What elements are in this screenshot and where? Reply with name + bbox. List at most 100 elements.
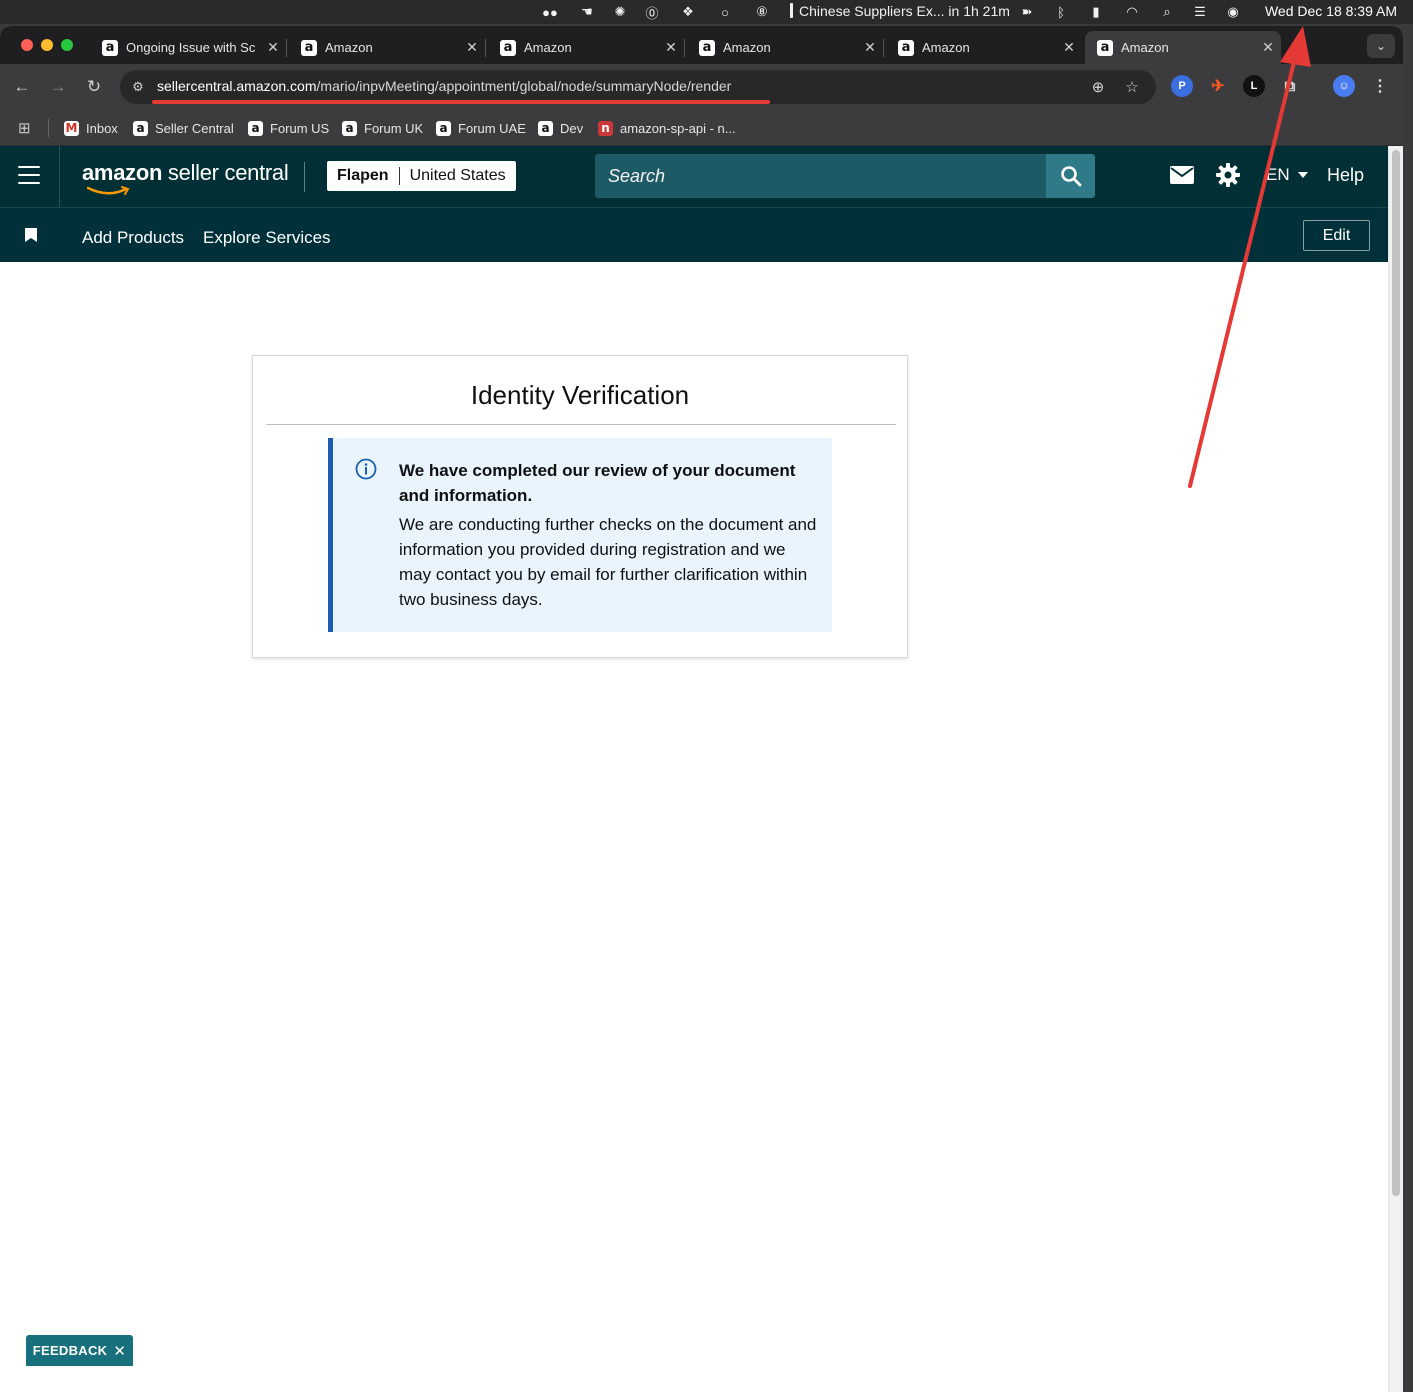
browser-tab[interactable]: a Amazon ✕	[289, 31, 486, 64]
zoom-icon[interactable]: ⊕	[1088, 77, 1108, 97]
tab-title: Amazon	[1121, 40, 1169, 55]
search-button[interactable]	[1046, 154, 1095, 198]
menu-bar-clock[interactable]: Wed Dec 18 8:39 AM	[1265, 3, 1397, 19]
close-tab-icon[interactable]: ✕	[1056, 39, 1082, 56]
bookmark-dev[interactable]: a Dev	[538, 118, 583, 138]
tab-separator	[883, 39, 884, 57]
edit-nav-button[interactable]: Edit	[1303, 220, 1370, 251]
spotlight-search-icon[interactable]: ⌕	[1158, 3, 1176, 21]
bluetooth-icon[interactable]: ᛒ	[1052, 3, 1070, 21]
bookmark-amazon-sp-api[interactable]: n amazon-sp-api - n...	[598, 118, 736, 138]
nav-explore-services[interactable]: Explore Services	[203, 228, 331, 248]
browser-tab[interactable]: a Amazon ✕	[687, 31, 884, 64]
feedback-label: FEEDBACK	[32, 1343, 108, 1358]
logo-divider	[304, 162, 305, 192]
battery-icon[interactable]: ▮	[1087, 3, 1105, 21]
close-tab-icon[interactable]: ✕	[1255, 39, 1281, 56]
event-color-bar	[790, 3, 793, 18]
extension-p-icon[interactable]: P	[1171, 75, 1193, 97]
bookmark-inbox[interactable]: M Inbox	[64, 118, 118, 138]
tab-strip: a Ongoing Issue with Sc ✕ a Amazon ✕ a A…	[0, 26, 1403, 64]
identity-verification-card: Identity Verification We have completed …	[252, 355, 908, 658]
extension-l-icon[interactable]: L	[1243, 75, 1265, 97]
close-tab-icon[interactable]: ✕	[857, 39, 883, 56]
amazon-favicon-icon: a	[699, 39, 715, 56]
browser-menu-icon[interactable]: ⋮	[1369, 75, 1391, 97]
browser-tab-active[interactable]: a Amazon ✕	[1085, 31, 1281, 64]
mail-icon[interactable]	[1170, 166, 1194, 184]
language-label: EN	[1266, 165, 1290, 184]
bookmark-forum-uae[interactable]: a Forum UAE	[436, 118, 526, 138]
seller-central-header: amazon seller central Flapen United State…	[0, 146, 1388, 207]
page-scrollbar[interactable]	[1388, 146, 1403, 1392]
browser-tab[interactable]: a Ongoing Issue with Sc ✕	[90, 31, 287, 64]
account-switcher[interactable]: Flapen United States	[327, 161, 516, 191]
profile-avatar-icon[interactable]: ☺	[1333, 75, 1355, 97]
password-icon[interactable]: ⓪	[643, 3, 661, 21]
reload-icon[interactable]: ↻	[83, 76, 105, 98]
bookmark-label: Seller Central	[155, 120, 234, 136]
amazon-favicon-icon: a	[436, 120, 451, 136]
bookmark-seller-central[interactable]: a Seller Central	[133, 118, 234, 138]
wifi-icon[interactable]: ◠	[1122, 3, 1142, 21]
logo-brand: amazon	[82, 160, 163, 185]
bookmark-star-icon[interactable]: ☆	[1122, 77, 1142, 97]
browser-tab[interactable]: a Amazon ✕	[488, 31, 685, 64]
address-bar[interactable]: ⚙ sellercentral.amazon.com/mario/inpvMee…	[120, 70, 1156, 104]
bookmark-forum-uk[interactable]: a Forum UK	[342, 118, 423, 138]
hamburger-menu-icon[interactable]	[18, 166, 40, 184]
search-input[interactable]	[595, 154, 1046, 198]
tab-title: Amazon	[325, 40, 373, 55]
amazon-favicon-icon: a	[898, 39, 914, 56]
calendar-event[interactable]: Chinese Suppliers Ex... in 1h 21m	[790, 3, 1010, 19]
macos-menu-bar: ●● ☚ ✺ ⓪ ❖ ○ ⑧ Chinese Suppliers Ex... i…	[0, 0, 1413, 24]
shortcuts-icon[interactable]: ➽	[1017, 3, 1037, 21]
circle-icon[interactable]: ○	[716, 3, 734, 21]
site-settings-icon[interactable]: ⚙	[128, 77, 148, 97]
close-tab-icon[interactable]: ✕	[459, 39, 485, 56]
tab-separator	[485, 39, 486, 57]
scrollbar-thumb[interactable]	[1392, 150, 1400, 1196]
forward-arrow-icon[interactable]: →	[47, 76, 69, 98]
minimize-window-button[interactable]	[41, 39, 53, 51]
app-badge-icon[interactable]: ⑧	[753, 3, 771, 21]
extension-bird-icon[interactable]: ✈	[1207, 75, 1229, 97]
dropbox-icon[interactable]: ❖	[679, 3, 697, 21]
language-selector[interactable]: EN	[1266, 165, 1308, 185]
zoom-window-button[interactable]	[61, 39, 73, 51]
seller-central-subnav: Add Products Explore Services Edit	[0, 207, 1388, 262]
close-tab-icon[interactable]: ✕	[658, 39, 684, 56]
browser-tab[interactable]: a Amazon ✕	[886, 31, 1082, 64]
bookmark-forum-us[interactable]: a Forum US	[248, 118, 329, 138]
bookmarks-divider	[48, 119, 49, 137]
close-window-button[interactable]	[21, 39, 33, 51]
seller-central-logo[interactable]: amazon seller central	[82, 160, 289, 186]
amazon-favicon-icon: a	[1097, 39, 1113, 56]
url-text[interactable]: sellercentral.amazon.com/mario/inpvMeeti…	[157, 78, 731, 94]
siri-icon[interactable]: ◉	[1224, 3, 1242, 21]
dots-icon[interactable]: ●●	[540, 3, 560, 21]
settings-gear-icon[interactable]	[1216, 163, 1240, 187]
bookmark-icon[interactable]	[25, 228, 37, 242]
tab-search-dropdown-icon[interactable]: ⌄	[1367, 34, 1395, 58]
alert-heading: We have completed our review of your doc…	[399, 461, 796, 505]
logo-product: seller central	[162, 160, 289, 185]
extensions-puzzle-icon[interactable]: ⧉	[1279, 75, 1301, 97]
feedback-button[interactable]: FEEDBACK ✕	[26, 1335, 133, 1366]
hand-icon[interactable]: ☚	[578, 3, 596, 21]
control-center-icon[interactable]: ☰	[1190, 3, 1210, 21]
alert-body: We are conducting further checks on the …	[399, 515, 817, 609]
sun-icon[interactable]: ✺	[611, 3, 629, 21]
close-feedback-icon[interactable]: ✕	[113, 1342, 126, 1360]
amazon-favicon-icon: a	[301, 39, 317, 56]
search-icon	[1060, 166, 1081, 187]
amazon-favicon-icon: a	[133, 120, 148, 136]
back-arrow-icon[interactable]: ←	[11, 76, 33, 98]
nav-add-products[interactable]: Add Products	[82, 228, 184, 248]
bookmark-label: Forum US	[270, 120, 330, 136]
help-link[interactable]: Help	[1327, 165, 1364, 186]
apps-grid-icon[interactable]: ⊞	[18, 118, 31, 138]
amazon-smile-icon	[86, 186, 130, 195]
close-tab-icon[interactable]: ✕	[260, 39, 286, 56]
amazon-favicon-icon: a	[102, 39, 118, 56]
